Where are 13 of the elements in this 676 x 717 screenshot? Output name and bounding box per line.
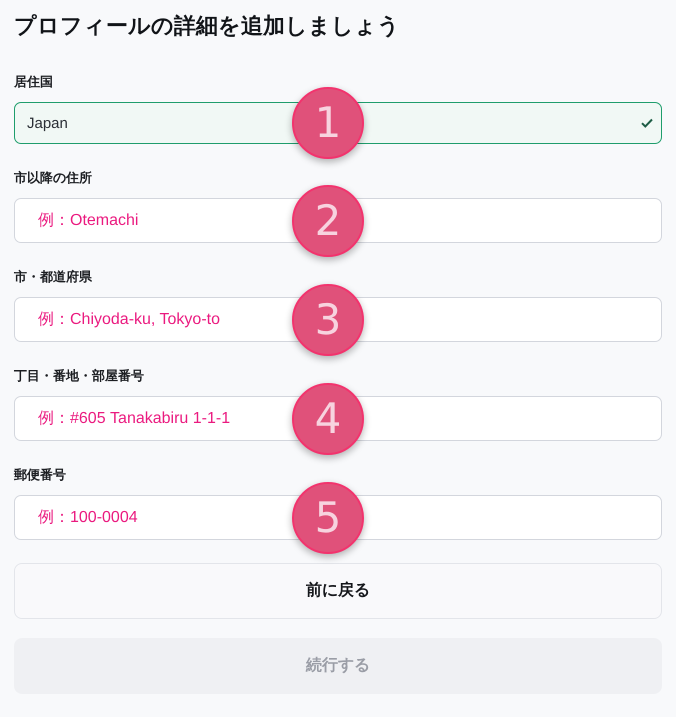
number-badge: 1	[292, 87, 364, 159]
check-icon	[641, 118, 653, 128]
number-badge: 2	[292, 184, 364, 256]
number-badge: 5	[292, 482, 364, 554]
field-label: 居住国	[14, 74, 53, 90]
number-badge: 4	[292, 382, 364, 454]
field-label: 郵便番号	[14, 467, 66, 483]
back-button[interactable]: 前に戻る	[14, 563, 662, 619]
number-badge: 3	[292, 284, 364, 356]
field-label: 丁目・番地・部屋番号	[14, 368, 144, 384]
field-label: 市以降の住所	[14, 170, 92, 186]
field-label: 市・都道府県	[14, 269, 92, 285]
page-title: プロフィールの詳細を追加しましょう	[14, 12, 400, 40]
